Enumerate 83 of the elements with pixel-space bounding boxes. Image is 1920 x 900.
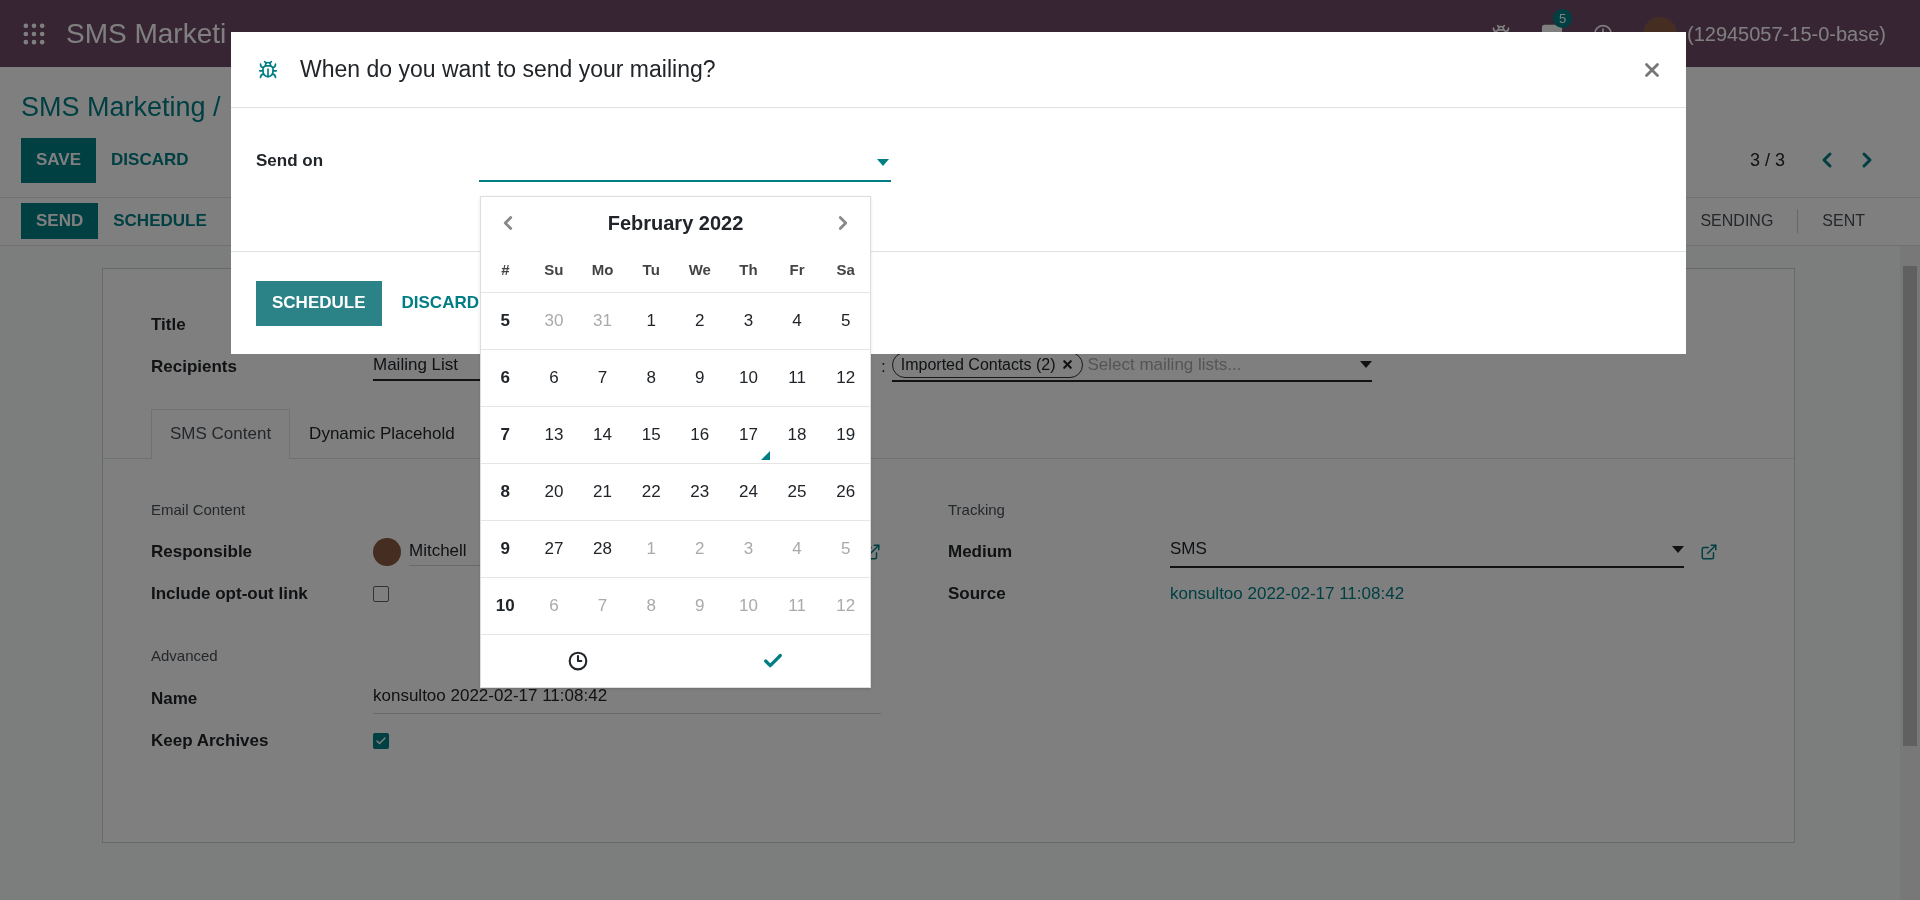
caret-icon [877,158,889,166]
field-label: Name [151,687,199,710]
field-label: Title [151,313,186,336]
tab[interactable]: SMS Content [151,408,291,459]
clock-icon[interactable] [568,651,589,671]
field-label: Keep Archives [151,729,270,752]
dialog-title: When do you want to send your mailing? [300,55,716,85]
checkbox[interactable] [373,586,389,602]
field-label: Medium [948,541,1014,564]
calendar-day[interactable]: 22 [626,464,676,520]
group-heading: Email Content [151,499,246,520]
weekday-label: Th [738,260,759,281]
notification-badge: 5 [1552,8,1573,28]
user-name[interactable]: (12945057-15-0-base) [1686,18,1886,49]
calendar-day[interactable]: 2 [675,293,725,349]
calendar-day[interactable]: 28 [578,521,627,577]
calendar-day[interactable]: 8 [626,350,676,406]
calendar-day[interactable]: 24 [724,464,773,520]
schedule-button[interactable]: SCHEDULE [98,203,222,239]
send-button[interactable]: SEND [21,203,99,239]
calendar-day[interactable]: 6 [529,350,579,406]
field-label: Include opt-out link [151,583,309,606]
discard-button[interactable]: DISCARD [96,137,204,183]
weekday-label: Mo [590,260,615,281]
bug-icon[interactable] [258,59,278,80]
field-label: Responsible [151,541,254,564]
weekday-label: Tu [641,260,661,281]
save-button[interactable]: SAVE [21,137,97,183]
weekday-label: Sa [835,260,856,281]
pager: 3 / 3 [1749,148,1785,172]
field-label: : [881,355,886,378]
calendar-day[interactable]: 12 [821,350,870,406]
calendar-day[interactable]: 17 [724,407,773,463]
calendar-day[interactable]: 9 [675,350,725,406]
check-icon [375,734,387,747]
calendar-day[interactable]: 26 [821,464,870,520]
week-number: 9 [499,538,512,561]
calendar-day[interactable]: 11 [772,350,822,406]
group-heading: Advanced [151,646,218,666]
weekday-label: Su [543,260,565,281]
caret-icon [1359,361,1372,368]
calendar-day[interactable]: 21 [578,464,627,520]
calendar-day[interactable]: 23 [675,464,725,520]
calendar-day[interactable]: 3 [724,293,773,349]
remove-icon[interactable] [1061,358,1075,371]
weekday-label: We [687,260,712,281]
caret-icon [1672,545,1684,553]
calendar-day[interactable]: 16 [675,407,725,463]
calendar-day[interactable]: 1 [626,293,676,349]
week-number: 6 [499,367,512,390]
calendar-day[interactable]: 20 [529,464,579,520]
calendar-day[interactable]: 4 [772,293,822,349]
group-heading: Tracking [948,499,1005,520]
calendar-day[interactable]: 14 [578,407,627,463]
calendar-day[interactable]: 18 [772,407,822,463]
week-number: 10 [494,595,516,618]
month-title[interactable]: February 2022 [607,208,744,238]
calendar-day[interactable]: 13 [529,407,579,463]
field-label: Recipients [151,355,238,378]
avatar [373,538,401,566]
tab[interactable]: Dynamic Placehold [290,408,474,459]
weekday-label: Fr [788,260,806,281]
source-link[interactable]: konsultoo 2022-02-17 11:08:42 [1170,581,1405,607]
field-label: Source [948,583,1007,606]
week-number: 7 [499,424,512,447]
calendar-day[interactable]: 7 [578,350,627,406]
breadcrumb: SMS Marketing / [21,92,221,122]
calendar-day[interactable]: 27 [529,521,579,577]
checkbox[interactable] [373,732,389,749]
app-name[interactable]: SMS Marketi [66,12,227,55]
calendar-day[interactable]: 10 [724,350,773,406]
calendar-day[interactable]: 15 [626,407,676,463]
field-label: Send on [256,150,325,172]
calendar-day[interactable]: 19 [821,407,870,463]
week-number: 8 [499,481,512,504]
week-number: 5 [499,310,512,333]
status-stage[interactable]: SENT [1797,209,1889,233]
select-field[interactable]: SMS [1170,536,1684,568]
scrollbar[interactable] [1900,245,1920,900]
calendar-day[interactable]: 25 [772,464,822,520]
week-header: # [500,260,511,281]
schedule-button[interactable]: SCHEDULE [256,280,382,326]
calendar-day[interactable]: 5 [821,293,870,349]
